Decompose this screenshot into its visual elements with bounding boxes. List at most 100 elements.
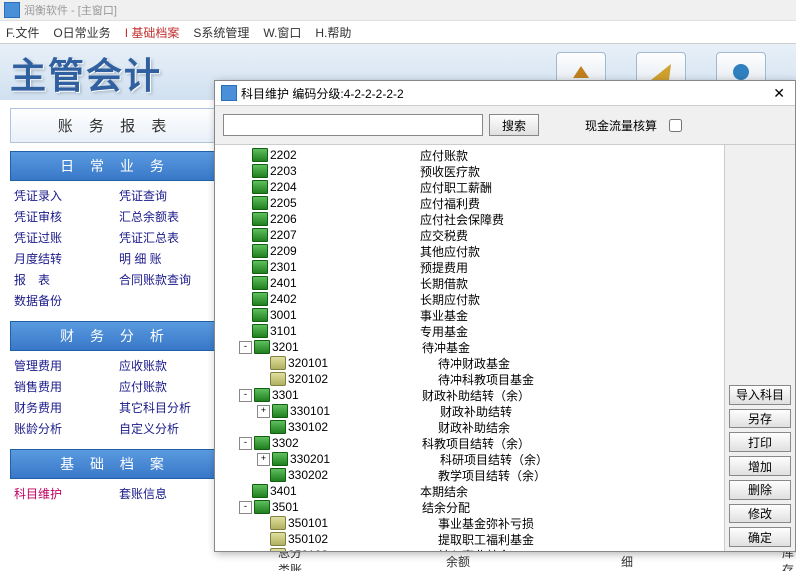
subject-tree[interactable]: 2202应付账款2203预收医疗款2204应付职工薪酬2205应付福利费2206… <box>215 145 724 551</box>
folder-icon <box>252 292 268 306</box>
tree-label: 转入事业基金 <box>438 547 510 552</box>
folder-icon <box>252 228 268 242</box>
sidebar-link[interactable]: 明 细 账 <box>119 250 216 267</box>
tree-label: 应交税费 <box>420 227 468 244</box>
tree-row[interactable]: 330102财政补助结余 <box>215 419 724 435</box>
sidebar-link[interactable]: 数据备份 <box>14 292 216 309</box>
expand-icon[interactable]: + <box>257 405 270 418</box>
search-input[interactable] <box>223 114 483 136</box>
tree-row[interactable]: 320101待冲财政基金 <box>215 355 724 371</box>
tree-row[interactable]: 350103转入事业基金 <box>215 547 724 551</box>
sidebar-link[interactable]: 凭证录入 <box>14 187 111 204</box>
tree-row[interactable]: 3401本期结余 <box>215 483 724 499</box>
tree-label: 待冲科教项目基金 <box>438 371 534 388</box>
collapse-icon[interactable]: - <box>239 341 252 354</box>
dialog-button[interactable]: 删除 <box>729 480 791 500</box>
folder-icon <box>252 164 268 178</box>
cashflow-checkbox[interactable] <box>669 119 682 132</box>
tree-label: 待冲财政基金 <box>438 355 510 372</box>
folder-icon <box>254 500 270 514</box>
menu-item[interactable]: S系统管理 <box>193 24 249 41</box>
tree-row[interactable]: 350101事业基金弥补亏损 <box>215 515 724 531</box>
tree-row[interactable]: 3101专用基金 <box>215 323 724 339</box>
tree-code: 350102 <box>288 532 438 546</box>
tree-row[interactable]: - 3201待冲基金 <box>215 339 724 355</box>
tree-row[interactable]: 2402长期应付款 <box>215 291 724 307</box>
sidebar-link[interactable]: 账龄分析 <box>14 420 111 437</box>
tree-code: 320102 <box>288 372 438 386</box>
sidebar-link[interactable]: 科目维护 <box>14 485 111 502</box>
menu-item[interactable]: H.帮助 <box>315 24 351 41</box>
folder-icon <box>252 148 268 162</box>
sidebar-link[interactable]: 套账信息 <box>119 485 216 502</box>
tree-label: 专用基金 <box>420 323 468 340</box>
tree-row[interactable]: 2301预提费用 <box>215 259 724 275</box>
dialog-titlebar: 科目维护 编码分级:4-2-2-2-2-2 ✕ <box>215 81 795 106</box>
tree-row[interactable]: +330101财政补助结转 <box>215 403 724 419</box>
sidebar-link[interactable]: 凭证审核 <box>14 208 111 225</box>
tree-row[interactable]: +330201科研项目结转（余） <box>215 451 724 467</box>
collapse-icon[interactable]: - <box>239 389 252 402</box>
sidebar-link[interactable]: 其它科目分析 <box>119 399 216 416</box>
tree-row[interactable]: -3301财政补助结转（余） <box>215 387 724 403</box>
tree-row[interactable]: 2207应交税费 <box>215 227 724 243</box>
sidebar-link[interactable]: 合同账款查询 <box>119 271 216 288</box>
sidebar-link[interactable]: 财务费用 <box>14 399 111 416</box>
tree-code: 2204 <box>270 180 420 194</box>
collapse-icon[interactable]: - <box>239 501 252 514</box>
dialog-button[interactable]: 导入科目 <box>729 385 791 405</box>
dialog-button[interactable]: 增加 <box>729 456 791 476</box>
tree-row[interactable]: 330202教学项目结转（余） <box>215 467 724 483</box>
tree-row[interactable]: 2401长期借款 <box>215 275 724 291</box>
menu-item[interactable]: O日常业务 <box>53 24 110 41</box>
close-icon[interactable]: ✕ <box>769 85 789 102</box>
leaf-icon <box>270 532 286 546</box>
leaf-icon <box>270 356 286 370</box>
sidebar-link[interactable]: 应收账款 <box>119 357 216 374</box>
tree-row[interactable]: 2202应付账款 <box>215 147 724 163</box>
menu-item[interactable]: W.窗口 <box>263 24 301 41</box>
sidebar-link[interactable]: 汇总余额表 <box>119 208 216 225</box>
sidebar-link[interactable]: 应付账款 <box>119 378 216 395</box>
tree-code: 330101 <box>290 404 440 418</box>
menu-item[interactable]: F.文件 <box>6 24 39 41</box>
sidebar-section-header[interactable]: 日 常 业 务 <box>10 151 220 181</box>
folder-icon <box>270 420 286 434</box>
dialog-button[interactable]: 另存 <box>729 409 791 429</box>
sidebar-link[interactable]: 自定义分析 <box>119 420 216 437</box>
dialog-button-column: 导入科目另存打印增加删除修改确定 <box>724 145 795 551</box>
tree-row[interactable]: 350102提取职工福利基金 <box>215 531 724 547</box>
expand-icon[interactable]: + <box>257 453 270 466</box>
sidebar-link[interactable]: 月度结转 <box>14 250 111 267</box>
tree-row[interactable]: 2203预收医疗款 <box>215 163 724 179</box>
sidebar-link[interactable]: 销售费用 <box>14 378 111 395</box>
tree-label: 待冲基金 <box>422 339 470 356</box>
tree-code: 3201 <box>272 340 422 354</box>
tree-code: 2203 <box>270 164 420 178</box>
tree-row[interactable]: 2205应付福利费 <box>215 195 724 211</box>
tree-row[interactable]: 3001事业基金 <box>215 307 724 323</box>
sidebar-section-header[interactable]: 基 础 档 案 <box>10 449 220 479</box>
main-menubar: F.文件 O日常业务 I 基础档案 S系统管理 W.窗口 H.帮助 <box>0 21 796 44</box>
dialog-button[interactable]: 修改 <box>729 504 791 524</box>
sidebar-link[interactable]: 报 表 <box>14 271 111 288</box>
sidebar-section-header[interactable]: 财 务 分 析 <box>10 321 220 351</box>
tree-row[interactable]: -3302科教项目结转（余） <box>215 435 724 451</box>
sidebar-link[interactable]: 凭证查询 <box>119 187 216 204</box>
search-button[interactable]: 搜索 <box>489 114 539 136</box>
tree-code: 2206 <box>270 212 420 226</box>
menu-item[interactable]: I 基础档案 <box>125 24 180 41</box>
tree-row[interactable]: 2209其他应付款 <box>215 243 724 259</box>
dialog-button[interactable]: 打印 <box>729 432 791 452</box>
dialog-toolbar: 搜索 现金流量核算 <box>215 106 795 144</box>
tree-row[interactable]: 320102待冲科教项目基金 <box>215 371 724 387</box>
collapse-icon[interactable]: - <box>239 437 252 450</box>
tree-row[interactable]: 2204应付职工薪酬 <box>215 179 724 195</box>
dialog-button[interactable]: 确定 <box>729 527 791 547</box>
sidebar-link[interactable]: 凭证汇总表 <box>119 229 216 246</box>
tree-row[interactable]: -3501结余分配 <box>215 499 724 515</box>
sidebar-link[interactable]: 管理费用 <box>14 357 111 374</box>
sidebar-link[interactable]: 凭证过账 <box>14 229 111 246</box>
tree-row[interactable]: 2206应付社会保障费 <box>215 211 724 227</box>
folder-icon <box>252 212 268 226</box>
